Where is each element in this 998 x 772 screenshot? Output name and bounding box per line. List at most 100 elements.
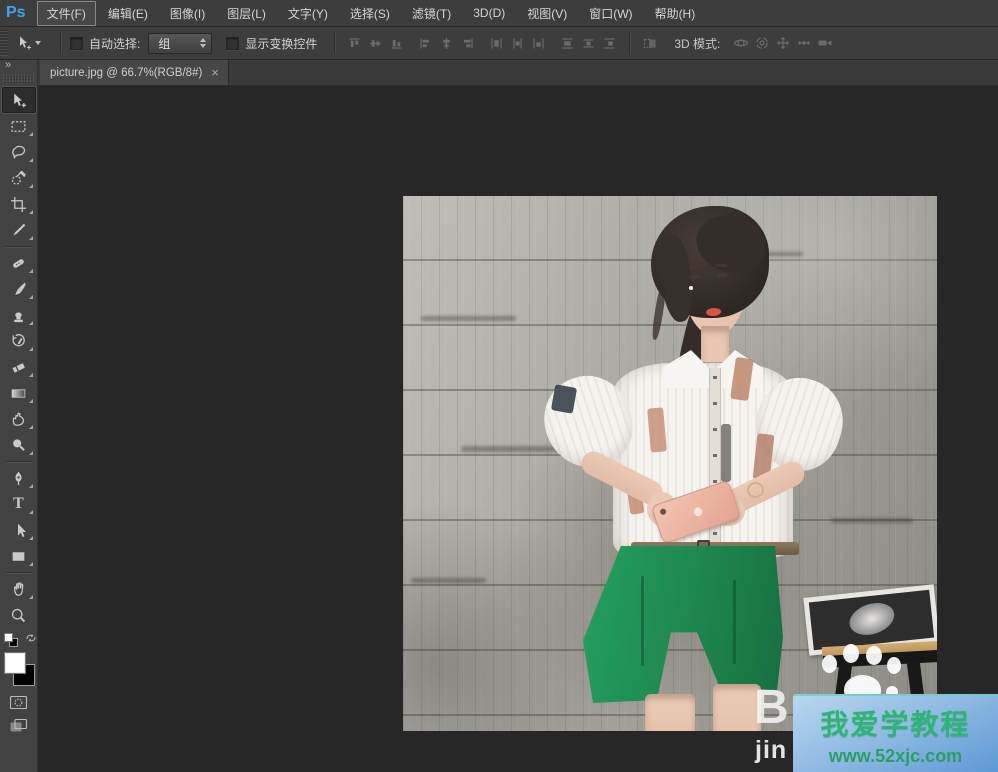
site-watermark-title: 我爱学教程 xyxy=(793,703,998,743)
photo-brand-letter: B xyxy=(754,684,789,732)
shorts-crease xyxy=(733,580,736,664)
align-vcenter-button[interactable] xyxy=(366,33,385,53)
align-left-button[interactable] xyxy=(416,33,435,53)
phone-camera xyxy=(659,508,667,516)
menu-layer[interactable]: 图层(L) xyxy=(217,1,276,26)
separator xyxy=(60,32,61,54)
menu-select[interactable]: 选择(S) xyxy=(340,1,400,26)
distribute-vcenter-button[interactable] xyxy=(508,33,527,53)
eyedropper-tool[interactable] xyxy=(2,217,36,243)
flyout-indicator xyxy=(29,269,33,273)
3d-slide-button[interactable] xyxy=(794,33,813,53)
hand-icon xyxy=(10,581,27,598)
3d-rotate-button[interactable] xyxy=(731,33,750,53)
screen-mode-button[interactable] xyxy=(2,714,36,738)
align-top-button[interactable] xyxy=(345,33,364,53)
history-brush-icon xyxy=(10,333,27,350)
path-select-tool[interactable] xyxy=(2,517,36,543)
menu-bar: Ps 文件(F) 编辑(E) 图像(I) 图层(L) 文字(Y) 选择(S) 滤… xyxy=(0,0,998,27)
clone-stamp-tool[interactable] xyxy=(2,302,36,328)
flyout-indicator xyxy=(29,321,33,325)
screen-mode-icon xyxy=(9,718,28,734)
3d-scale-camera-button[interactable] xyxy=(815,33,834,53)
3d-roll-button[interactable] xyxy=(752,33,771,53)
current-tool-preview[interactable] xyxy=(16,35,41,51)
rectangle-icon xyxy=(10,548,27,565)
tab-close-icon[interactable]: × xyxy=(211,66,219,79)
flyout-indicator xyxy=(29,373,33,377)
menu-window[interactable]: 窗口(W) xyxy=(579,1,642,26)
flyout-indicator xyxy=(29,347,33,351)
eraser-tool[interactable] xyxy=(2,354,36,380)
document-tab[interactable]: picture.jpg @ 66.7%(RGB/8#) × xyxy=(40,60,229,85)
sleeve-print-dark xyxy=(551,384,577,413)
show-transform-checkbox[interactable] xyxy=(226,37,239,50)
toolbar-grip[interactable] xyxy=(3,74,34,83)
dodge-icon xyxy=(10,437,27,454)
align-right-button[interactable] xyxy=(458,33,477,53)
auto-select-checkbox[interactable] xyxy=(70,37,83,50)
rect-marquee-tool[interactable] xyxy=(2,113,36,139)
foreground-color-swatch[interactable] xyxy=(4,652,26,674)
distribute-hcenter-button[interactable] xyxy=(579,33,598,53)
menu-view[interactable]: 视图(V) xyxy=(517,1,577,26)
brush-tool[interactable] xyxy=(2,276,36,302)
lasso-tool[interactable] xyxy=(2,139,36,165)
zoom-tool[interactable] xyxy=(2,602,36,628)
distribute-left-button[interactable] xyxy=(558,33,577,53)
distribute-top-button[interactable] xyxy=(487,33,506,53)
photoshop-logo: Ps xyxy=(6,4,26,22)
tools-panel: » xyxy=(0,60,38,772)
distribute-bottom-button[interactable] xyxy=(529,33,548,53)
flyout-indicator xyxy=(29,184,33,188)
flyout-indicator xyxy=(29,510,33,514)
rectangle-tool[interactable] xyxy=(2,543,36,569)
flyout-indicator xyxy=(29,236,33,240)
quick-select-tool[interactable] xyxy=(2,165,36,191)
separator xyxy=(629,32,630,54)
menu-file[interactable]: 文件(F) xyxy=(37,1,96,26)
toolbar-separator xyxy=(6,572,32,573)
site-watermark-box: 我爱学教程 www.52xjc.com xyxy=(793,694,998,772)
distribute-right-button[interactable] xyxy=(600,33,619,53)
quick-mask-icon xyxy=(9,695,28,710)
dodge-tool[interactable] xyxy=(2,432,36,458)
healing-brush-icon xyxy=(10,255,27,272)
align-hcenter-button[interactable] xyxy=(437,33,456,53)
hand-tool[interactable] xyxy=(2,576,36,602)
canvas-workspace[interactable]: B jin 我爱学教程 www.52xjc.com xyxy=(38,86,998,772)
toolbar-separator xyxy=(6,246,32,247)
menu-help[interactable]: 帮助(H) xyxy=(645,1,706,26)
smudge-icon xyxy=(10,411,27,428)
menu-type[interactable]: 文字(Y) xyxy=(278,1,338,26)
auto-select-target-dropdown[interactable]: 组 xyxy=(148,33,212,54)
wood-streak xyxy=(421,316,516,321)
wood-streak xyxy=(831,518,913,523)
pen-tool[interactable] xyxy=(2,465,36,491)
menu-filter[interactable]: 滤镜(T) xyxy=(402,1,461,26)
smudge-tool[interactable] xyxy=(2,406,36,432)
toolbar-collapse-button[interactable]: » xyxy=(0,60,37,73)
default-colors-control[interactable] xyxy=(3,632,25,650)
3d-drag-button[interactable] xyxy=(773,33,792,53)
quick-mask-button[interactable] xyxy=(2,690,36,714)
menu-image[interactable]: 图像(I) xyxy=(160,1,215,26)
flyout-indicator xyxy=(29,210,33,214)
menu-3d[interactable]: 3D(D) xyxy=(463,2,515,24)
history-brush-tool[interactable] xyxy=(2,328,36,354)
show-transform-label: 显示变换控件 xyxy=(245,35,317,52)
move-tool[interactable] xyxy=(2,87,36,113)
menu-edit[interactable]: 编辑(E) xyxy=(98,1,158,26)
crop-tool[interactable] xyxy=(2,191,36,217)
type-tool[interactable]: T xyxy=(2,491,36,517)
healing-brush-tool[interactable] xyxy=(2,250,36,276)
gradient-tool[interactable] xyxy=(2,380,36,406)
auto-align-layers-button[interactable] xyxy=(640,33,659,53)
flyout-indicator xyxy=(29,158,33,162)
align-bottom-button[interactable] xyxy=(387,33,406,53)
toolbar-separator xyxy=(6,461,32,462)
flyout-indicator xyxy=(29,562,33,566)
flyout-indicator xyxy=(29,484,33,488)
lasso-icon xyxy=(10,144,27,161)
flyout-indicator xyxy=(29,595,33,599)
